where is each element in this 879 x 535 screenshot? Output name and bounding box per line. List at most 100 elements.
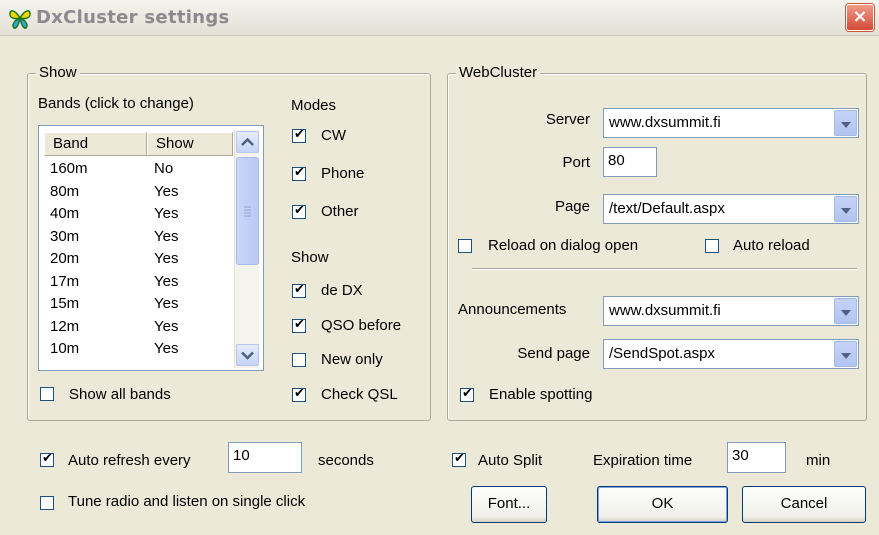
seconds-label: seconds <box>318 452 374 469</box>
port-field[interactable]: 80 <box>603 147 657 177</box>
auto-reload-label[interactable]: Auto reload <box>733 237 810 255</box>
webcluster-legend: WebCluster <box>456 64 541 82</box>
modes-label: Modes <box>291 97 337 114</box>
butterfly-icon <box>9 10 31 29</box>
show-cell[interactable]: No <box>154 160 173 178</box>
auto-split-label[interactable]: Auto Split <box>478 452 542 470</box>
show-cell[interactable]: Yes <box>154 228 178 246</box>
scroll-thumb[interactable] <box>236 157 259 265</box>
band-cell: 15m <box>50 295 80 312</box>
reload-on-open-checkbox[interactable]: ✔ <box>458 239 472 253</box>
title-bar[interactable]: DxCluster settings × <box>0 0 879 36</box>
show-option-checkbox[interactable]: ✔ <box>292 386 306 402</box>
page-combo[interactable]: /text/Default.aspx <box>603 194 859 224</box>
table-row[interactable]: 30m Yes <box>38 228 234 246</box>
table-row[interactable]: 20m Yes <box>38 250 234 268</box>
close-button[interactable]: × <box>846 4 874 31</box>
table-row[interactable]: 17m Yes <box>38 273 234 291</box>
show-all-bands-checkbox[interactable]: ✔ <box>40 387 54 401</box>
refresh-interval-field[interactable]: 10 <box>228 442 302 473</box>
show-group-legend: Show <box>36 64 80 82</box>
webcluster-separator <box>472 268 857 270</box>
chevron-up-icon <box>241 137 254 146</box>
column-header-show[interactable]: Show <box>147 132 233 156</box>
chevron-down-icon <box>241 351 254 360</box>
show-all-bands-label[interactable]: Show all bands <box>69 386 171 404</box>
mode-checkbox[interactable]: ✔ <box>292 203 306 219</box>
dropdown-arrow-icon[interactable] <box>834 196 857 222</box>
ok-button[interactable]: OK <box>597 486 728 523</box>
send-page-value: /SendSpot.aspx <box>609 345 715 362</box>
font-button[interactable]: Font... <box>471 486 547 523</box>
show-options-label: Show <box>291 249 329 266</box>
table-row[interactable]: 12m Yes <box>38 318 234 336</box>
scroll-up-button[interactable] <box>236 131 259 153</box>
auto-reload-checkbox[interactable]: ✔ <box>705 239 719 253</box>
show-option-label[interactable]: de DX <box>321 282 363 300</box>
show-option-label[interactable]: New only <box>321 351 383 369</box>
grip-icon <box>244 206 251 217</box>
auto-refresh-label[interactable]: Auto refresh every <box>68 452 191 470</box>
band-cell: 20m <box>50 250 80 267</box>
enable-spotting-checkbox[interactable]: ✔ <box>460 386 474 402</box>
expiration-time-field[interactable]: 30 <box>727 442 786 473</box>
table-row[interactable]: 40m Yes <box>38 205 234 223</box>
band-cell: 80m <box>50 182 80 200</box>
server-label: Server <box>545 111 590 128</box>
show-cell[interactable]: Yes <box>154 295 178 313</box>
window-title: DxCluster settings <box>36 7 230 28</box>
announcements-value: www.dxsummit.fi <box>609 302 721 319</box>
close-icon: × <box>852 6 868 27</box>
auto-refresh-checkbox[interactable]: ✔ <box>40 451 54 467</box>
show-cell[interactable]: Yes <box>154 340 178 358</box>
dropdown-arrow-icon[interactable] <box>834 298 857 324</box>
table-row[interactable]: 10m Yes <box>38 340 234 358</box>
announcements-combo[interactable]: www.dxsummit.fi <box>603 296 859 326</box>
band-cell: 10m <box>50 340 80 357</box>
table-row[interactable]: 15m Yes <box>38 295 234 313</box>
dropdown-arrow-icon[interactable] <box>834 341 857 367</box>
enable-spotting-label[interactable]: Enable spotting <box>489 386 592 404</box>
band-cell: 40m <box>50 205 80 222</box>
mode-checkbox[interactable]: ✔ <box>292 127 306 143</box>
tune-radio-label[interactable]: Tune radio and listen on single click <box>68 493 305 511</box>
mode-checkbox[interactable]: ✔ <box>292 165 306 181</box>
server-combo[interactable]: www.dxsummit.fi <box>603 108 859 138</box>
page-label: Page <box>554 198 590 215</box>
expiration-time-label: Expiration time <box>593 452 693 469</box>
show-option-label[interactable]: Check QSL <box>321 386 398 404</box>
port-label: Port <box>562 154 590 171</box>
show-option-checkbox[interactable]: ✔ <box>292 282 306 298</box>
table-row[interactable]: 160m No <box>38 160 234 178</box>
band-list-scrollbar[interactable] <box>234 130 259 368</box>
mode-label[interactable]: CW <box>321 127 346 145</box>
tune-radio-checkbox[interactable]: ✔ <box>40 496 54 510</box>
show-cell[interactable]: Yes <box>154 205 178 223</box>
show-cell[interactable]: Yes <box>154 183 178 201</box>
column-header-band[interactable]: Band <box>44 132 147 156</box>
band-cell: 12m <box>50 317 80 335</box>
table-row[interactable]: 80m Yes <box>38 183 234 201</box>
send-page-combo[interactable]: /SendSpot.aspx <box>603 339 859 369</box>
mode-label[interactable]: Phone <box>321 165 364 183</box>
show-cell[interactable]: Yes <box>154 273 178 291</box>
dropdown-arrow-icon[interactable] <box>834 110 857 136</box>
auto-split-checkbox[interactable]: ✔ <box>452 451 466 467</box>
reload-on-open-label[interactable]: Reload on dialog open <box>488 237 638 255</box>
cancel-button[interactable]: Cancel <box>742 486 866 523</box>
bands-label: Bands (click to change) <box>38 95 194 112</box>
band-cell: 160m <box>50 160 88 177</box>
show-option-label[interactable]: QSO before <box>321 317 401 335</box>
band-cell: 30m <box>50 227 80 245</box>
band-cell: 17m <box>50 272 80 290</box>
page-value: /text/Default.aspx <box>609 200 725 217</box>
min-label: min <box>806 452 831 469</box>
send-page-label: Send page <box>517 345 590 362</box>
show-option-checkbox[interactable]: ✔ <box>292 317 306 333</box>
show-option-checkbox[interactable]: ✔ <box>292 353 306 367</box>
server-value: www.dxsummit.fi <box>609 114 721 131</box>
show-cell[interactable]: Yes <box>154 250 178 268</box>
show-cell[interactable]: Yes <box>154 318 178 336</box>
mode-label[interactable]: Other <box>321 203 359 221</box>
scroll-down-button[interactable] <box>236 344 259 366</box>
